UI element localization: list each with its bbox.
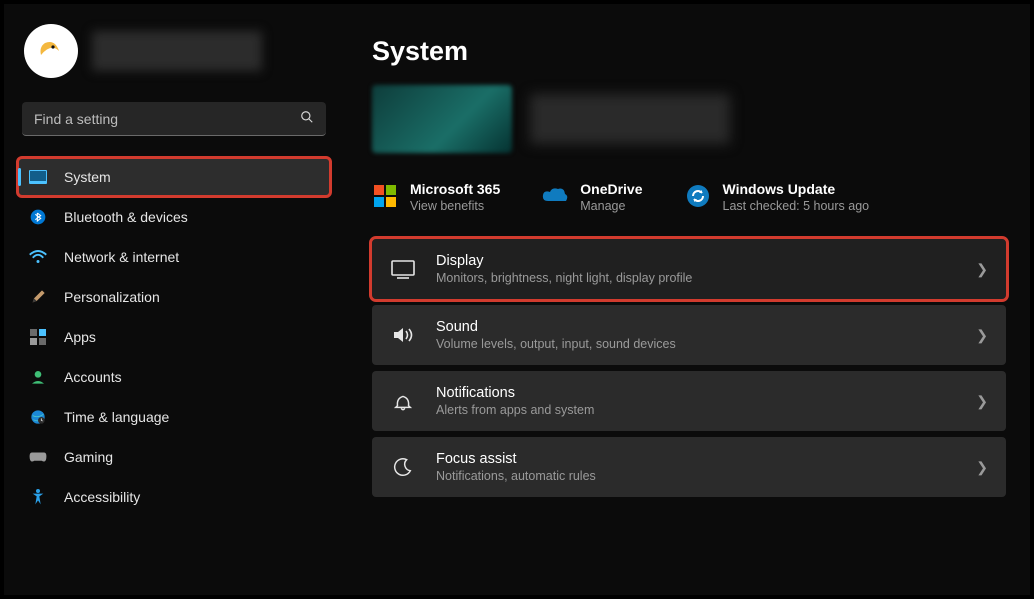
- avatar-icon: [31, 31, 71, 71]
- sidebar-item-label: System: [64, 169, 320, 185]
- bell-icon: [390, 388, 416, 414]
- accessibility-icon: [28, 487, 48, 507]
- ms365-icon: [372, 183, 398, 209]
- card-sub: Monitors, brightness, night light, displ…: [436, 271, 956, 285]
- sidebar-item-accessibility[interactable]: Accessibility: [18, 478, 330, 516]
- gamepad-icon: [28, 447, 48, 467]
- sidebar-item-label: Apps: [64, 329, 320, 345]
- service-title: Windows Update: [723, 181, 870, 197]
- service-windows-update[interactable]: Windows Update Last checked: 5 hours ago: [685, 181, 870, 213]
- chevron-right-icon: ❯: [976, 459, 988, 476]
- person-icon: [28, 367, 48, 387]
- device-info-row: [372, 85, 1006, 153]
- sidebar: System Bluetooth & devices Network & int…: [4, 4, 344, 595]
- sidebar-item-personalization[interactable]: Personalization: [18, 278, 330, 316]
- device-info-text: [530, 94, 730, 144]
- wifi-icon: [28, 247, 48, 267]
- search-input[interactable]: [34, 111, 300, 127]
- card-focus-assist[interactable]: Focus assist Notifications, automatic ru…: [372, 437, 1006, 497]
- service-sub: View benefits: [410, 199, 500, 213]
- avatar: [24, 24, 78, 78]
- bluetooth-icon: [28, 207, 48, 227]
- onedrive-icon: [542, 183, 568, 209]
- sidebar-item-system[interactable]: System: [18, 158, 330, 196]
- card-title: Focus assist: [436, 451, 956, 467]
- nav: System Bluetooth & devices Network & int…: [18, 158, 330, 516]
- search-box[interactable]: [22, 102, 326, 136]
- search-icon: [300, 110, 314, 127]
- globe-icon: [28, 407, 48, 427]
- sidebar-item-network[interactable]: Network & internet: [18, 238, 330, 276]
- card-sub: Volume levels, output, input, sound devi…: [436, 337, 956, 351]
- card-title: Notifications: [436, 385, 956, 401]
- sidebar-item-label: Bluetooth & devices: [64, 209, 320, 225]
- user-block[interactable]: [18, 24, 330, 78]
- chevron-right-icon: ❯: [976, 261, 988, 278]
- device-thumbnail: [372, 85, 512, 153]
- paintbrush-icon: [28, 287, 48, 307]
- sidebar-item-label: Gaming: [64, 449, 320, 465]
- card-sound[interactable]: Sound Volume levels, output, input, soun…: [372, 305, 1006, 365]
- sidebar-item-apps[interactable]: Apps: [18, 318, 330, 356]
- sidebar-item-time[interactable]: Time & language: [18, 398, 330, 436]
- sidebar-item-label: Accessibility: [64, 489, 320, 505]
- service-sub: Last checked: 5 hours ago: [723, 199, 870, 213]
- sidebar-item-accounts[interactable]: Accounts: [18, 358, 330, 396]
- sidebar-item-bluetooth[interactable]: Bluetooth & devices: [18, 198, 330, 236]
- chevron-right-icon: ❯: [976, 327, 988, 344]
- chevron-right-icon: ❯: [976, 393, 988, 410]
- apps-icon: [28, 327, 48, 347]
- card-sub: Notifications, automatic rules: [436, 469, 956, 483]
- settings-card-list: Display Monitors, brightness, night ligh…: [372, 239, 1006, 497]
- page-title: System: [372, 36, 1006, 67]
- update-icon: [685, 183, 711, 209]
- sound-icon: [390, 322, 416, 348]
- main: System Microsoft 365 View benefits OneDr…: [344, 4, 1030, 595]
- sidebar-item-label: Accounts: [64, 369, 320, 385]
- service-sub: Manage: [580, 199, 642, 213]
- services-row: Microsoft 365 View benefits OneDrive Man…: [372, 181, 1006, 213]
- moon-icon: [390, 454, 416, 480]
- sidebar-item-label: Network & internet: [64, 249, 320, 265]
- service-title: OneDrive: [580, 181, 642, 197]
- user-info: [92, 31, 262, 71]
- card-notifications[interactable]: Notifications Alerts from apps and syste…: [372, 371, 1006, 431]
- system-icon: [28, 167, 48, 187]
- display-icon: [390, 256, 416, 282]
- service-onedrive[interactable]: OneDrive Manage: [542, 181, 642, 213]
- card-title: Display: [436, 253, 956, 269]
- card-display[interactable]: Display Monitors, brightness, night ligh…: [372, 239, 1006, 299]
- sidebar-item-label: Personalization: [64, 289, 320, 305]
- service-title: Microsoft 365: [410, 181, 500, 197]
- sidebar-item-label: Time & language: [64, 409, 320, 425]
- sidebar-item-gaming[interactable]: Gaming: [18, 438, 330, 476]
- card-sub: Alerts from apps and system: [436, 403, 956, 417]
- card-title: Sound: [436, 319, 956, 335]
- service-ms365[interactable]: Microsoft 365 View benefits: [372, 181, 500, 213]
